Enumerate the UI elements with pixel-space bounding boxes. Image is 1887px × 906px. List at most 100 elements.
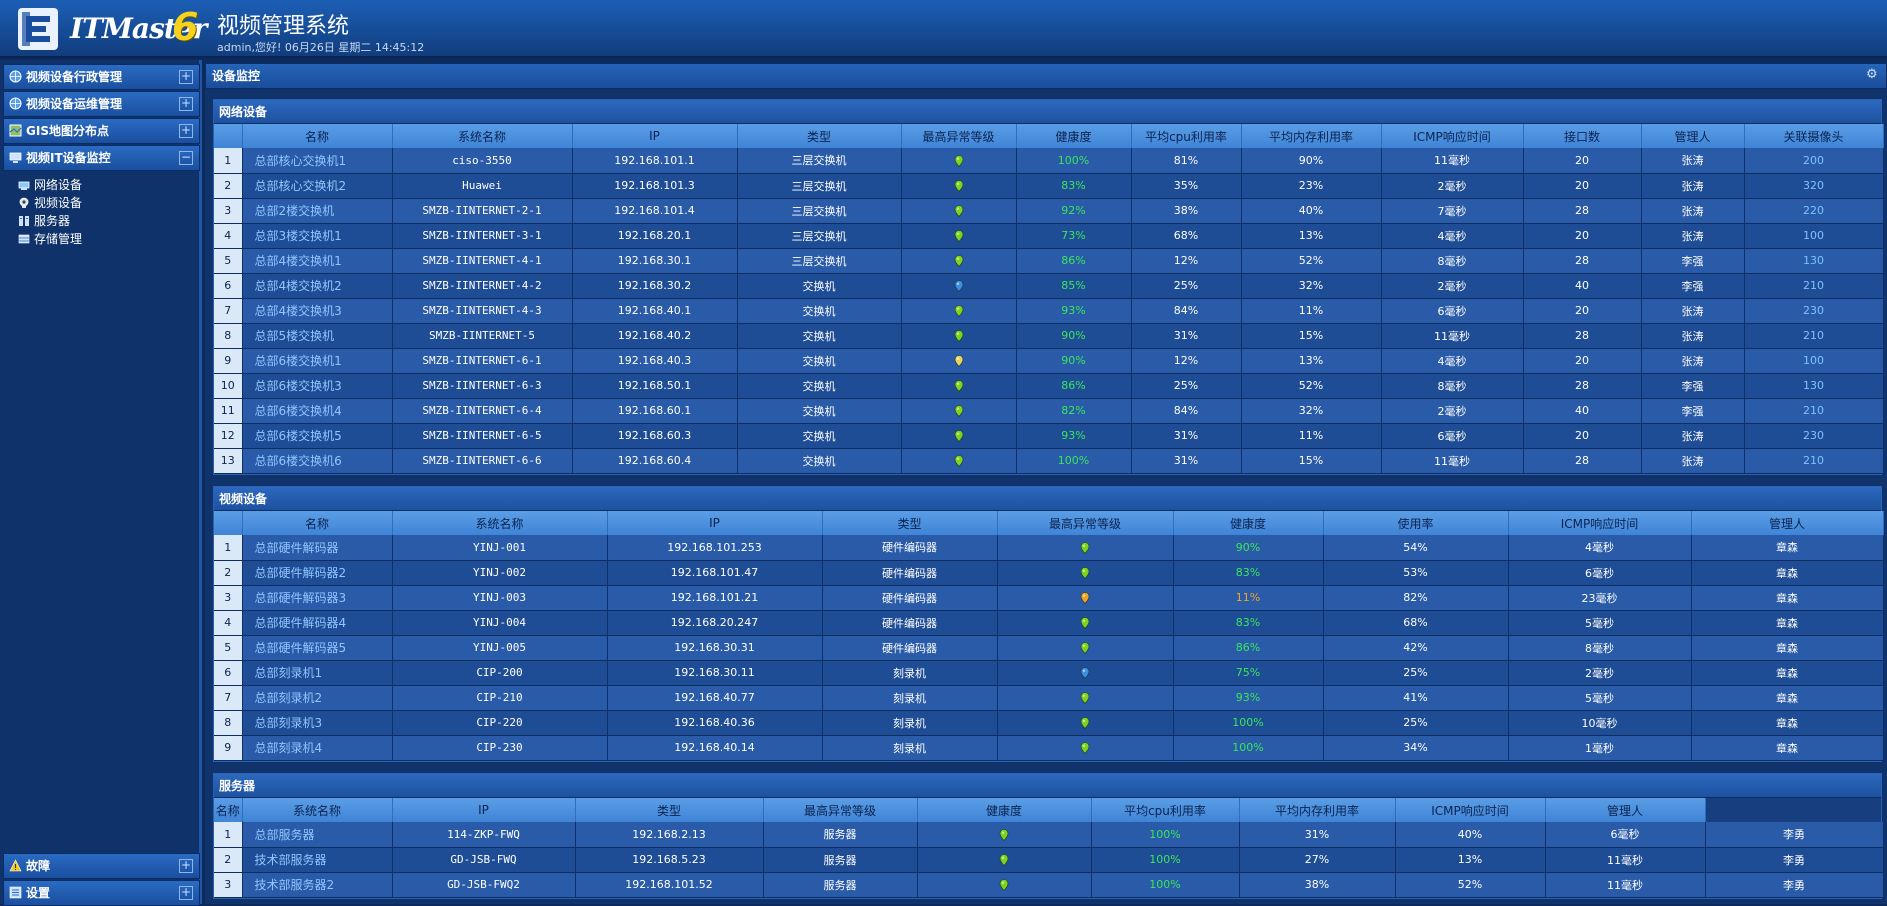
table-row[interactable]: 3 总部硬件解码器3 YINJ-003 192.168.101.21 硬件编码器 11% 8… [214,585,1884,611]
subitem-network-devices[interactable]: 网络设备 [18,177,82,193]
column-header[interactable]: 使用率 [1323,511,1509,535]
device-name-link[interactable]: 总部3楼交换机1 [242,223,393,249]
device-name-link[interactable]: 总部硬件解码器5 [242,635,393,661]
table-row[interactable]: 2 总部硬件解码器2 YINJ-002 192.168.101.47 硬件编码器 83% 5… [214,560,1884,586]
device-name-link[interactable]: 总部服务器 [242,822,393,848]
camera-count-link[interactable]: 320 [1744,173,1884,199]
device-name-link[interactable]: 技术部服务器 [242,847,393,873]
table-row[interactable]: 11 总部6楼交换机4 SMZB-IINTERNET-6-4 192.168.60.1… [214,398,1884,424]
camera-count-link[interactable]: 220 [1744,198,1884,224]
table-row[interactable]: 4 总部3楼交换机1 SMZB-IINTERNET-3-1 192.168.20.1 三… [214,223,1884,249]
column-header[interactable]: 健康度 [917,798,1092,822]
camera-count-link[interactable]: 230 [1744,423,1884,449]
collapse-icon[interactable]: − [179,151,193,165]
camera-count-link[interactable]: 100 [1744,348,1884,374]
expand-icon[interactable]: + [179,70,193,84]
table-row[interactable]: 3 总部2楼交换机 SMZB-IINTERNET-2-1 192.168.101.4 三… [214,198,1884,224]
device-name-link[interactable]: 技术部服务器2 [242,872,393,898]
expand-icon[interactable]: + [179,859,193,873]
column-header[interactable]: 系统名称 [392,511,608,535]
gear-icon[interactable]: ⚙ [1866,68,1880,82]
camera-count-link[interactable]: 230 [1744,298,1884,324]
column-header[interactable]: 类型 [737,124,902,148]
camera-count-link[interactable]: 210 [1744,273,1884,299]
device-name-link[interactable]: 总部4楼交换机1 [242,248,393,274]
sidebar-item-video-admin[interactable]: 视频设备行政管理 + [3,64,200,90]
table-row[interactable]: 8 总部5楼交换机 SMZB-IINTERNET-5 192.168.40.2 交换机 9… [214,323,1884,349]
expand-icon[interactable]: + [179,124,193,138]
table-row[interactable]: 9 总部6楼交换机1 SMZB-IINTERNET-6-1 192.168.40.3 交… [214,348,1884,374]
table-row[interactable]: 8 总部刻录机3 CIP-220 192.168.40.36 刻录机 100% 25% 10毫… [214,710,1884,736]
device-name-link[interactable]: 总部4楼交换机2 [242,273,393,299]
column-header[interactable]: 名称 [214,798,243,822]
column-header[interactable]: 名称 [242,511,393,535]
column-header[interactable]: IP [392,798,576,822]
camera-count-link[interactable]: 200 [1744,148,1884,174]
camera-count-link[interactable]: 130 [1744,373,1884,399]
column-header[interactable]: 管理人 [1691,511,1884,535]
table-row[interactable]: 10 总部6楼交换机3 SMZB-IINTERNET-6-3 192.168.50.1… [214,373,1884,399]
sidebar-item-it-monitor[interactable]: 视频IT设备监控 − [3,145,200,171]
device-name-link[interactable]: 总部刻录机2 [242,685,393,711]
camera-count-link[interactable]: 210 [1744,398,1884,424]
subitem-video-devices[interactable]: 视频设备 [18,195,82,211]
column-header[interactable]: ICMP响应时间 [1381,124,1524,148]
table-row[interactable]: 2 总部核心交换机2 Huawei 192.168.101.3 三层交换机 83% 35% 2… [214,173,1884,199]
table-row[interactable]: 13 总部6楼交换机6 SMZB-IINTERNET-6-6 192.168.60.4… [214,448,1884,474]
column-header[interactable]: ICMP响应时间 [1395,798,1546,822]
table-row[interactable]: 2 技术部服务器 GD-JSB-FWQ 192.168.5.23 服务器 100% 27% 1… [214,847,1884,873]
column-header[interactable]: 名称 [242,124,393,148]
device-name-link[interactable]: 总部6楼交换机1 [242,348,393,374]
device-name-link[interactable]: 总部6楼交换机6 [242,448,393,474]
device-name-link[interactable]: 总部硬件解码器3 [242,585,393,611]
table-row[interactable]: 4 总部硬件解码器4 YINJ-004 192.168.20.247 硬件编码器 83% 6… [214,610,1884,636]
device-name-link[interactable]: 总部核心交换机2 [242,173,393,199]
column-header[interactable]: 接口数 [1523,124,1642,148]
column-header[interactable]: 平均cpu利用率 [1131,124,1242,148]
column-header[interactable]: 平均内存利用率 [1241,124,1382,148]
device-name-link[interactable]: 总部6楼交换机5 [242,423,393,449]
column-header[interactable]: 平均cpu利用率 [1091,798,1240,822]
column-header[interactable]: 健康度 [1016,124,1132,148]
sidebar-item-video-ops[interactable]: 视频设备运维管理 + [3,91,200,117]
column-header[interactable]: 管理人 [1641,124,1745,148]
camera-count-link[interactable]: 210 [1744,323,1884,349]
device-name-link[interactable]: 总部刻录机3 [242,710,393,736]
column-header[interactable]: 类型 [575,798,764,822]
column-header[interactable]: IP [572,124,738,148]
sidebar-item-settings[interactable]: 设置 + [3,880,200,906]
column-header[interactable]: 系统名称 [392,124,573,148]
column-header[interactable]: 健康度 [1173,511,1324,535]
device-name-link[interactable]: 总部刻录机1 [242,660,393,686]
column-header[interactable]: 关联摄像头 [1744,124,1884,148]
device-name-link[interactable]: 总部2楼交换机 [242,198,393,224]
device-name-link[interactable]: 总部硬件解码器4 [242,610,393,636]
column-header[interactable]: ICMP响应时间 [1508,511,1692,535]
device-name-link[interactable]: 总部4楼交换机3 [242,298,393,324]
table-row[interactable]: 9 总部刻录机4 CIP-230 192.168.40.14 刻录机 100% 34% 1毫秒… [214,735,1884,761]
column-header[interactable]: 类型 [822,511,998,535]
device-name-link[interactable]: 总部6楼交换机4 [242,398,393,424]
table-row[interactable]: 1 总部硬件解码器 YINJ-001 192.168.101.253 硬件编码器 90% 5… [214,535,1884,561]
column-header[interactable]: 最高异常等级 [997,511,1174,535]
device-name-link[interactable]: 总部核心交换机1 [242,148,393,174]
column-header[interactable]: IP [607,511,823,535]
table-row[interactable]: 6 总部4楼交换机2 SMZB-IINTERNET-4-2 192.168.30.2 交… [214,273,1884,299]
table-row[interactable]: 12 总部6楼交换机5 SMZB-IINTERNET-6-5 192.168.60.3… [214,423,1884,449]
table-row[interactable]: 7 总部4楼交换机3 SMZB-IINTERNET-4-3 192.168.40.1 交… [214,298,1884,324]
column-header[interactable]: 平均内存利用率 [1239,798,1396,822]
table-row[interactable]: 3 技术部服务器2 GD-JSB-FWQ2 192.168.101.52 服务器 100%… [214,872,1884,898]
subitem-servers[interactable]: 服务器 [18,213,70,229]
device-name-link[interactable]: 总部6楼交换机3 [242,373,393,399]
camera-count-link[interactable]: 100 [1744,223,1884,249]
sidebar-item-gis-map[interactable]: GIS地图分布点 + [3,118,200,144]
device-name-link[interactable]: 总部刻录机4 [242,735,393,761]
table-row[interactable]: 1 总部服务器 114-ZKP-FWQ 192.168.2.13 服务器 100% 31% 4… [214,822,1884,848]
device-name-link[interactable]: 总部硬件解码器 [242,535,393,561]
expand-icon[interactable]: + [179,886,193,900]
table-row[interactable]: 5 总部硬件解码器5 YINJ-005 192.168.30.31 硬件编码器 86% 42… [214,635,1884,661]
device-name-link[interactable]: 总部5楼交换机 [242,323,393,349]
camera-count-link[interactable]: 210 [1744,448,1884,474]
table-row[interactable]: 6 总部刻录机1 CIP-200 192.168.30.11 刻录机 75% 25% 2毫秒章… [214,660,1884,686]
table-row[interactable]: 1 总部核心交换机1 ciso-3550 192.168.101.1 三层交换机 100%… [214,148,1884,174]
